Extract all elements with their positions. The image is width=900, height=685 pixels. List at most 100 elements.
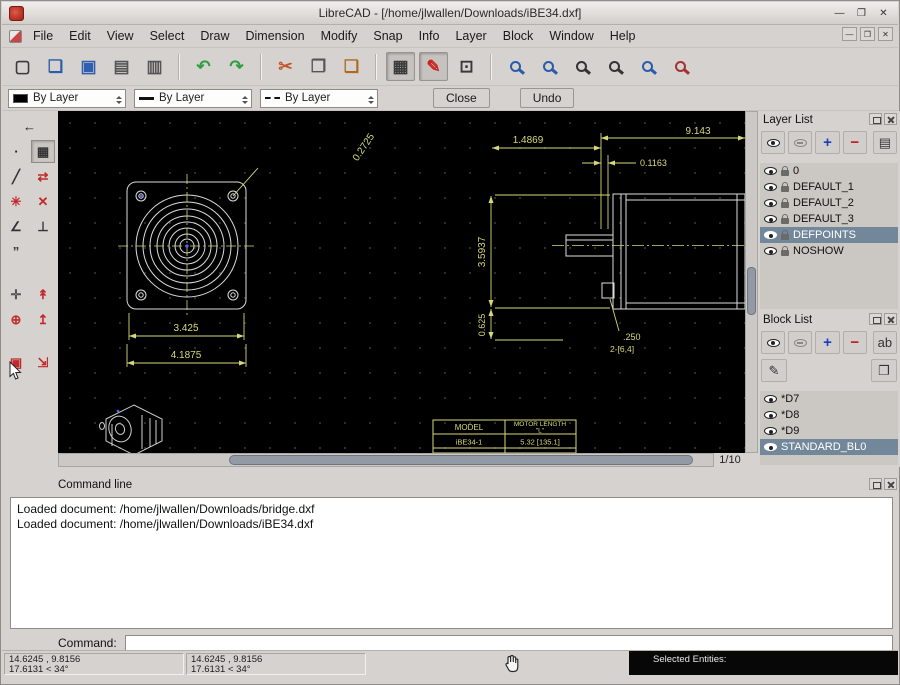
block-tool-button[interactable]: ▣ xyxy=(4,351,28,374)
float-panel-icon[interactable] xyxy=(869,478,882,490)
rotate-tool-button[interactable]: ⊕ xyxy=(4,308,28,331)
block-row[interactable]: STANDARD_BL0 xyxy=(760,439,898,455)
horizontal-scrollbar-thumb[interactable] xyxy=(229,455,693,465)
layer-visibility-icon[interactable] xyxy=(764,247,777,255)
angle-tool-button[interactable]: ∠ xyxy=(4,215,28,238)
layer-attributes-button[interactable]: ▤ xyxy=(873,131,897,154)
block-row[interactable]: *D8 xyxy=(760,407,898,423)
move-tool-button[interactable]: ✛ xyxy=(4,283,28,306)
edit-block-button[interactable]: ✎ xyxy=(761,359,787,382)
cut-button[interactable]: ✂ xyxy=(271,52,300,81)
vertical-scrollbar[interactable] xyxy=(745,111,758,453)
show-all-blocks-button[interactable] xyxy=(761,331,785,354)
float-panel-icon[interactable] xyxy=(869,113,882,125)
text-tool-button[interactable]: ” xyxy=(4,240,28,263)
block-visibility-icon[interactable] xyxy=(764,427,777,435)
combo-arrows-icon[interactable] xyxy=(116,93,122,107)
zoom-in-button[interactable] xyxy=(501,52,530,81)
layer-row[interactable]: DEFPOINTS xyxy=(760,227,898,243)
undo-button[interactable]: Undo xyxy=(520,88,575,108)
menu-file[interactable]: File xyxy=(25,26,61,46)
layer-visibility-icon[interactable] xyxy=(764,215,777,223)
layer-visibility-icon[interactable] xyxy=(764,231,777,239)
horizontal-scrollbar[interactable] xyxy=(58,453,714,467)
menu-modify[interactable]: Modify xyxy=(313,26,366,46)
menu-window[interactable]: Window xyxy=(541,26,601,46)
command-input[interactable] xyxy=(125,635,893,652)
paste-button[interactable]: ❑ xyxy=(337,52,366,81)
zoom-pan-button[interactable] xyxy=(666,52,695,81)
combo-arrows-icon[interactable] xyxy=(242,93,248,107)
new-file-button[interactable]: ▢ xyxy=(8,52,37,81)
layer-row[interactable]: DEFAULT_3 xyxy=(760,211,898,227)
close-icon[interactable]: ✕ xyxy=(875,5,892,22)
insert-block-tool-button[interactable]: ⇲ xyxy=(31,351,55,374)
pen-color-combo[interactable]: By Layer xyxy=(8,89,126,108)
snap-grid-button[interactable]: ⊡ xyxy=(452,52,481,81)
layer-row[interactable]: 0 xyxy=(760,163,898,179)
close-panel-icon[interactable] xyxy=(884,478,897,490)
block-visibility-icon[interactable] xyxy=(764,443,777,451)
layer-lock-icon[interactable] xyxy=(781,186,789,192)
layer-lock-icon[interactable] xyxy=(781,234,789,240)
block-row[interactable]: *D7 xyxy=(760,391,898,407)
block-visibility-icon[interactable] xyxy=(764,395,777,403)
close-button[interactable]: Close xyxy=(433,88,490,108)
print-button[interactable]: ▤ xyxy=(107,52,136,81)
menu-dimension[interactable]: Dimension xyxy=(238,26,313,46)
print-preview-button[interactable]: ▥ xyxy=(140,52,169,81)
layer-row[interactable]: DEFAULT_1 xyxy=(760,179,898,195)
float-panel-icon[interactable] xyxy=(869,313,882,325)
line-tool-button[interactable]: ╱ xyxy=(4,165,28,188)
copy-button[interactable]: ❐ xyxy=(304,52,333,81)
grid-toggle-button[interactable]: ▦ xyxy=(386,52,415,81)
save-file-button[interactable]: ▣ xyxy=(74,52,103,81)
menu-edit[interactable]: Edit xyxy=(61,26,99,46)
command-output[interactable]: Loaded document: /home/jlwallen/Download… xyxy=(10,497,893,629)
layer-visibility-icon[interactable] xyxy=(764,167,777,175)
maximize-icon[interactable]: ❐ xyxy=(853,5,870,22)
zoom-previous-button[interactable] xyxy=(600,52,629,81)
menu-block[interactable]: Block xyxy=(495,26,542,46)
close-panel-icon[interactable] xyxy=(884,313,897,325)
layer-visibility-icon[interactable] xyxy=(764,183,777,191)
undo-button[interactable]: ↶ xyxy=(189,52,218,81)
command-panel-header[interactable]: Command line xyxy=(2,476,900,494)
rename-block-button[interactable]: ab xyxy=(873,331,897,354)
construction-lines-tool-button[interactable]: ✳ xyxy=(4,190,28,213)
zoom-window-button[interactable] xyxy=(633,52,662,81)
hide-all-blocks-button[interactable] xyxy=(788,331,812,354)
zoom-out-button[interactable] xyxy=(534,52,563,81)
layer-row[interactable]: DEFAULT_2 xyxy=(760,195,898,211)
layer-lock-icon[interactable] xyxy=(781,170,789,176)
cross-snap-tool-button[interactable]: ✕ xyxy=(31,190,55,213)
menu-select[interactable]: Select xyxy=(142,26,193,46)
point-tool-button[interactable]: ∙ xyxy=(4,140,28,163)
mdi-close-icon[interactable]: ✕ xyxy=(878,27,893,41)
block-visibility-icon[interactable] xyxy=(764,411,777,419)
pen-width-combo[interactable]: By Layer xyxy=(134,89,252,108)
layer-lock-icon[interactable] xyxy=(781,218,789,224)
menu-info[interactable]: Info xyxy=(411,26,448,46)
perpendicular-tool-button[interactable]: ⊥ xyxy=(31,215,55,238)
remove-block-button[interactable]: − xyxy=(843,331,867,354)
layer-lock-icon[interactable] xyxy=(781,202,789,208)
menu-view[interactable]: View xyxy=(99,26,142,46)
menu-draw[interactable]: Draw xyxy=(192,26,237,46)
minimize-icon[interactable]: — xyxy=(831,5,848,22)
title-bar[interactable]: LibreCAD - [/home/jlwallen/Downloads/iBE… xyxy=(2,2,898,25)
vertical-scrollbar-thumb[interactable] xyxy=(747,267,756,315)
zoom-auto-button[interactable] xyxy=(567,52,596,81)
draw-pen-button[interactable]: ✎ xyxy=(419,52,448,81)
add-block-button[interactable]: + xyxy=(815,331,839,354)
insert-block-button[interactable]: ❐ xyxy=(871,359,897,382)
redo-button[interactable]: ↷ xyxy=(222,52,251,81)
menu-snap[interactable]: Snap xyxy=(365,26,410,46)
add-layer-button[interactable]: + xyxy=(815,131,839,154)
drawing-canvas[interactable]: 0.2725 1.4869 9.143 0.1163 3.5937 0.625 … xyxy=(58,111,745,453)
close-panel-icon[interactable] xyxy=(884,113,897,125)
layer-list-header[interactable]: Layer List xyxy=(758,111,900,128)
mdi-minimize-icon[interactable]: — xyxy=(842,27,857,41)
open-file-button[interactable]: ❏ xyxy=(41,52,70,81)
menu-help[interactable]: Help xyxy=(602,26,644,46)
